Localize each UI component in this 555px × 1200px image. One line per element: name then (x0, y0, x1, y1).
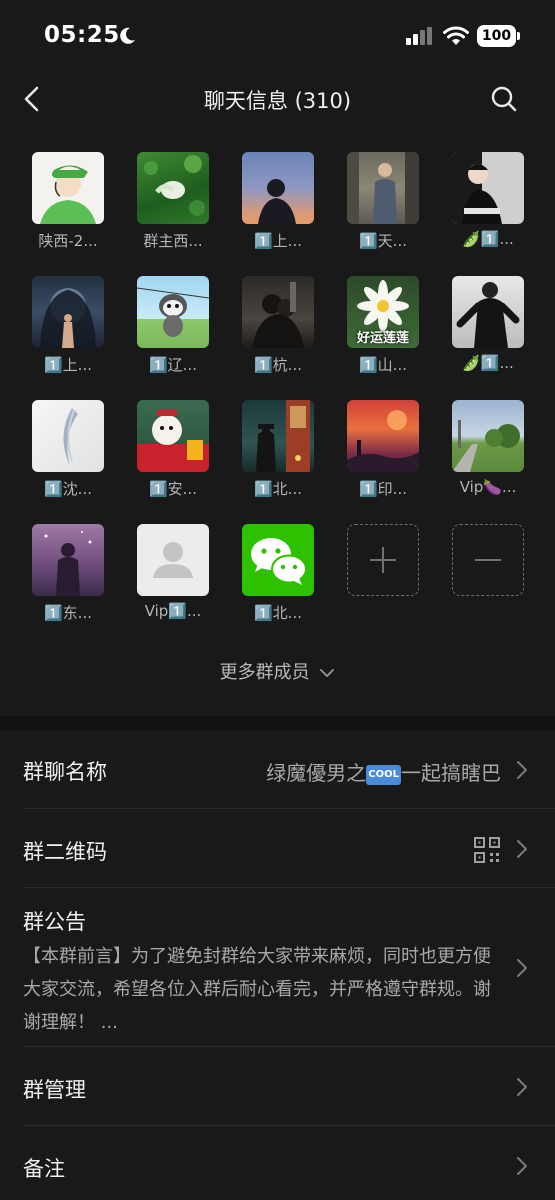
avatar (347, 400, 419, 472)
member-name: 1️⃣东... (44, 604, 92, 622)
avatar (242, 400, 314, 472)
avatar (137, 276, 209, 348)
member-name: 1️⃣上... (44, 356, 92, 374)
qr-code-row[interactable]: 群二维码 (0, 809, 555, 887)
minus-icon (475, 559, 501, 561)
chevron-right-icon (517, 1157, 527, 1175)
chevron-right-icon (517, 761, 527, 779)
qr-code-label: 群二维码 (23, 840, 107, 864)
remark-label: 备注 (23, 1157, 65, 1181)
status-time: 05:25 (44, 22, 120, 48)
avatar (242, 152, 314, 224)
member-name: 1️⃣杭... (254, 356, 302, 374)
section-divider (0, 716, 555, 730)
group-name-row[interactable]: 群聊名称 绿魔優男之 COOL 一起搞瞎巴 (0, 730, 555, 808)
group-manage-label: 群管理 (23, 1078, 86, 1102)
avatar (452, 276, 524, 348)
member-name: Vip1️⃣... (144, 602, 202, 620)
avatar (347, 152, 419, 224)
chevron-right-icon (517, 840, 527, 858)
plus-icon (370, 547, 396, 573)
status-bar: 05:25 100 (0, 0, 555, 72)
avatar (137, 524, 209, 596)
avatar (32, 400, 104, 472)
member-name: 1️⃣印... (359, 480, 407, 498)
avatar (32, 152, 104, 224)
group-name-value: 绿魔優男之 COOL 一起搞瞎巴 (266, 757, 501, 786)
member-name: 群主西... (143, 232, 203, 250)
cool-badge: COOL (366, 765, 401, 785)
member-name: 1️⃣北... (254, 480, 302, 498)
wifi-icon (443, 26, 469, 45)
member-name: 1️⃣安... (149, 480, 197, 498)
group-name-suffix: 一起搞瞎巴 (401, 761, 501, 785)
avatar (137, 152, 209, 224)
avatar-caption: 好运莲莲 (356, 331, 409, 346)
avatar (32, 524, 104, 596)
chevron-down-icon (320, 669, 335, 677)
avatar (137, 400, 209, 472)
page-title: 聊天信息 (310) (203, 89, 352, 113)
more-members-link[interactable]: 更多群成员 (0, 658, 555, 684)
remove-member-box (452, 524, 524, 596)
avatar (452, 400, 524, 472)
avatar: 好运莲莲 (347, 276, 419, 348)
qr-code-icon (474, 837, 500, 863)
member-name: 1️⃣北... (254, 604, 302, 622)
group-manage-row[interactable]: 群管理 (0, 1047, 555, 1125)
avatar (452, 152, 524, 224)
search-icon[interactable] (489, 84, 519, 114)
more-members-label: 更多群成员 (219, 662, 310, 683)
battery-tip (517, 32, 520, 40)
member-name: 1️⃣辽... (149, 356, 197, 374)
group-name-label: 群聊名称 (23, 760, 107, 784)
member-name: 🫛1️⃣... (462, 354, 514, 372)
nav-bar: 聊天信息 (310) (0, 72, 555, 126)
battery-indicator: 100 (477, 25, 516, 47)
remark-row[interactable]: 备注 (0, 1126, 555, 1200)
group-name-prefix: 绿魔優男之 (266, 761, 367, 785)
avatar (32, 276, 104, 348)
chevron-right-icon (517, 1078, 527, 1096)
cellular-signal-icon (406, 27, 432, 45)
member-name: 1️⃣山... (359, 356, 407, 374)
avatar (242, 524, 314, 596)
member-name: 1️⃣沈... (44, 480, 92, 498)
member-name: 🫛1️⃣... (462, 230, 514, 248)
group-notice-label: 群公告 (23, 910, 86, 934)
member-name: Vip🍆... (459, 478, 517, 496)
member-name: 陕西-2... (38, 232, 98, 250)
add-member-box (347, 524, 419, 596)
chevron-right-icon (517, 959, 527, 977)
member-name: 1️⃣天... (359, 232, 407, 250)
moon-icon (120, 27, 135, 44)
group-notice-text: 【本群前言】为了避免封群给大家带来麻烦，同时也更方便大家交流，希望各位入群后耐心… (23, 946, 491, 1033)
member-name: 1️⃣上... (254, 232, 302, 250)
avatar (242, 276, 314, 348)
